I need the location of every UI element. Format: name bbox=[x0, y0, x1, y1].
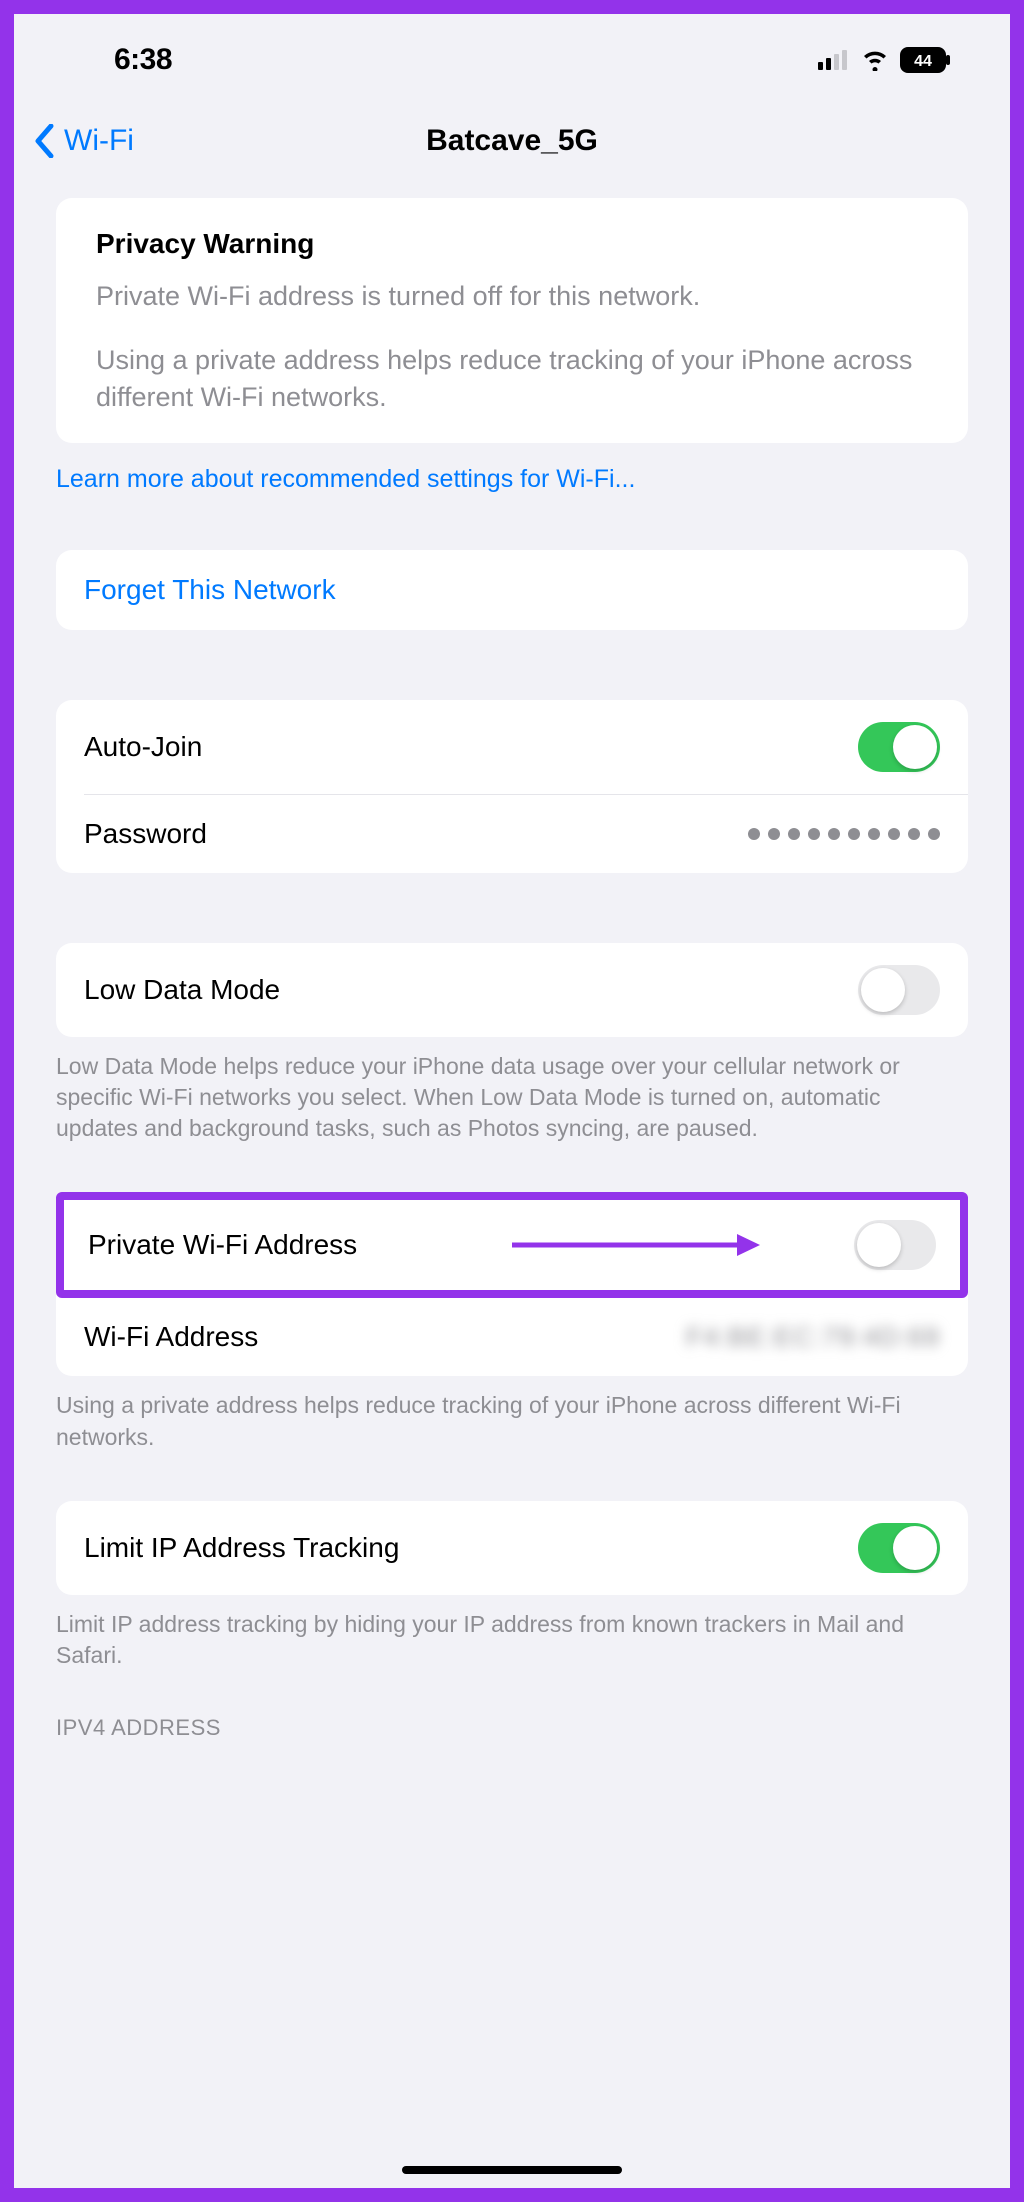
status-time: 6:38 bbox=[114, 43, 172, 77]
low-data-mode-card: Low Data Mode bbox=[56, 943, 968, 1037]
limit-ip-tracking-label: Limit IP Address Tracking bbox=[84, 1532, 399, 1564]
page-title: Batcave_5G bbox=[426, 124, 598, 158]
nav-bar: Wi-Fi Batcave_5G bbox=[14, 94, 1010, 198]
password-label: Password bbox=[84, 818, 207, 850]
forget-network-card: Forget This Network bbox=[56, 550, 968, 630]
join-password-card: Auto-Join Password bbox=[56, 700, 968, 873]
limit-ip-tracking-footer: Limit IP address tracking by hiding your… bbox=[14, 1595, 1010, 1671]
learn-more-link[interactable]: Learn more about recommended settings fo… bbox=[14, 443, 1010, 494]
wifi-address-row[interactable]: Wi-Fi Address F4:BE:EC:79:4D:69 bbox=[56, 1298, 968, 1376]
wifi-address-value: F4:BE:EC:79:4D:69 bbox=[686, 1322, 940, 1353]
low-data-mode-row: Low Data Mode bbox=[56, 943, 968, 1037]
low-data-mode-toggle[interactable] bbox=[858, 965, 940, 1015]
chevron-left-icon bbox=[34, 124, 54, 158]
password-value-masked bbox=[748, 828, 940, 840]
private-wifi-address-label: Private Wi-Fi Address bbox=[88, 1229, 357, 1261]
limit-ip-tracking-toggle[interactable] bbox=[858, 1523, 940, 1573]
auto-join-toggle[interactable] bbox=[858, 722, 940, 772]
back-button[interactable]: Wi-Fi bbox=[34, 124, 134, 158]
forget-network-button[interactable]: Forget This Network bbox=[56, 550, 968, 630]
wifi-network-detail-screen: 6:38 44 Wi-Fi Batcave_5G bbox=[14, 14, 1010, 2188]
private-wifi-footer: Using a private address helps reduce tra… bbox=[14, 1376, 1010, 1452]
limit-ip-tracking-row: Limit IP Address Tracking bbox=[56, 1501, 968, 1595]
battery-icon: 44 bbox=[900, 47, 950, 73]
auto-join-label: Auto-Join bbox=[84, 731, 202, 763]
annotation-highlight-private-wifi: Private Wi-Fi Address bbox=[56, 1192, 968, 1298]
cellular-signal-icon bbox=[818, 50, 850, 70]
low-data-mode-footer: Low Data Mode helps reduce your iPhone d… bbox=[14, 1037, 1010, 1144]
wifi-address-card: Private Wi-Fi Address Wi-Fi Address F4:B… bbox=[56, 1192, 968, 1376]
limit-ip-tracking-card: Limit IP Address Tracking bbox=[56, 1501, 968, 1595]
privacy-warning-body: Private Wi-Fi address is turned off for … bbox=[96, 278, 928, 415]
ipv4-section-header: IPV4 ADDRESS bbox=[14, 1715, 1010, 1741]
back-label: Wi-Fi bbox=[64, 124, 134, 158]
wifi-address-label: Wi-Fi Address bbox=[84, 1321, 258, 1353]
wifi-icon bbox=[860, 49, 890, 71]
status-icons: 44 bbox=[818, 47, 950, 73]
privacy-warning-title: Privacy Warning bbox=[96, 228, 928, 260]
private-wifi-address-row: Private Wi-Fi Address bbox=[64, 1200, 960, 1290]
status-bar: 6:38 44 bbox=[14, 14, 1010, 94]
privacy-warning-card: Privacy Warning Private Wi-Fi address is… bbox=[56, 198, 968, 443]
private-wifi-address-toggle[interactable] bbox=[854, 1220, 936, 1270]
svg-text:44: 44 bbox=[914, 53, 932, 70]
auto-join-row: Auto-Join bbox=[56, 700, 968, 794]
password-row[interactable]: Password bbox=[56, 795, 968, 873]
home-indicator[interactable] bbox=[402, 2166, 622, 2174]
low-data-mode-label: Low Data Mode bbox=[84, 974, 280, 1006]
content-area: Privacy Warning Private Wi-Fi address is… bbox=[14, 198, 1010, 443]
